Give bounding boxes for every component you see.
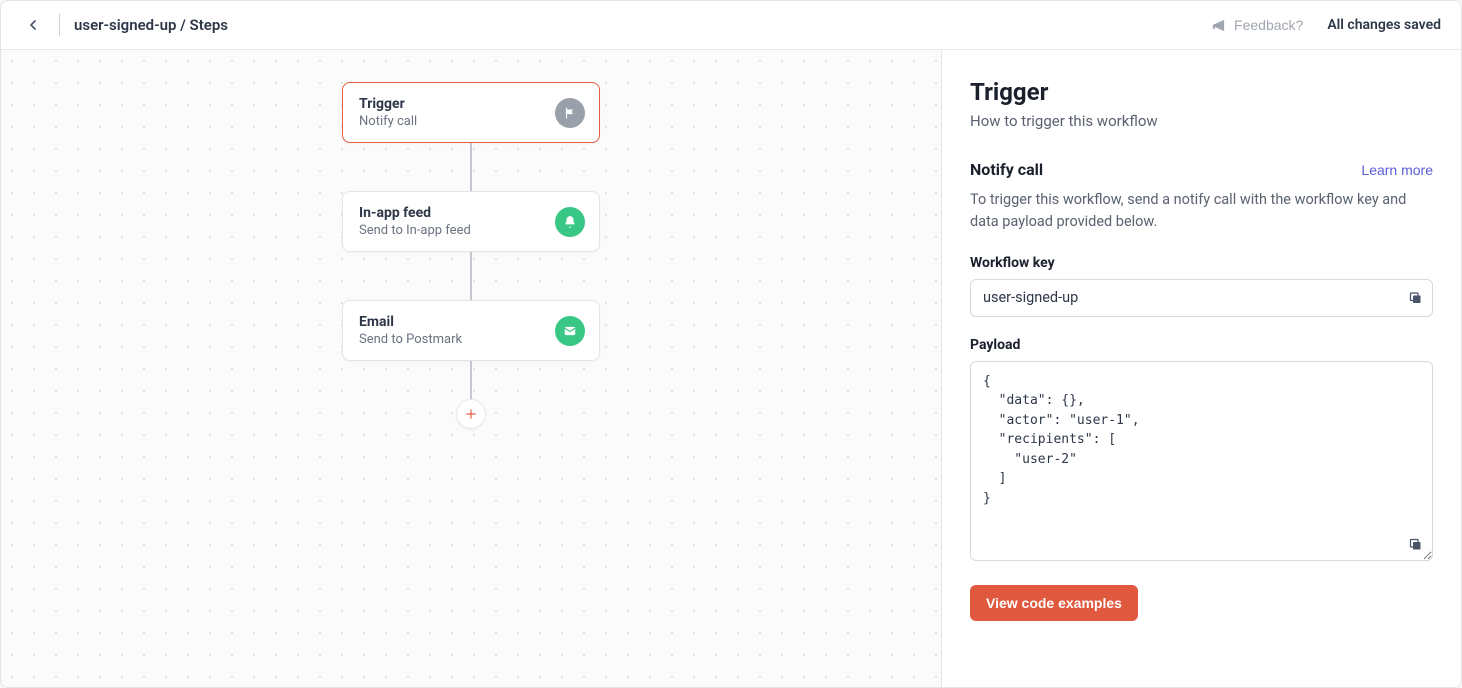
panel-title: Trigger xyxy=(970,78,1433,106)
mail-icon xyxy=(555,316,585,346)
breadcrumb: user-signed-up / Steps xyxy=(74,16,228,34)
connector xyxy=(470,143,472,191)
save-status: All changes saved xyxy=(1327,17,1441,33)
workflow-key-field xyxy=(970,279,1433,317)
app-container: user-signed-up / Steps Feedback? All cha… xyxy=(0,0,1462,688)
connector xyxy=(470,252,472,300)
node-title: Trigger xyxy=(359,96,417,112)
node-title: Email xyxy=(359,314,462,330)
node-text: In-app feed Send to In-app feed xyxy=(359,205,471,238)
copy-icon xyxy=(1408,537,1423,552)
copy-icon xyxy=(1408,290,1423,305)
node-email[interactable]: Email Send to Postmark xyxy=(342,300,600,361)
plus-icon xyxy=(464,407,478,421)
node-text: Email Send to Postmark xyxy=(359,314,462,347)
sidebar-panel: Trigger How to trigger this workflow Not… xyxy=(941,50,1461,687)
copy-workflow-key-button[interactable] xyxy=(1408,290,1423,305)
flow: Trigger Notify call In-app feed Send to … xyxy=(1,82,941,429)
workflow-key-label: Workflow key xyxy=(970,255,1433,271)
section-description: To trigger this workflow, send a notify … xyxy=(970,189,1433,233)
learn-more-link[interactable]: Learn more xyxy=(1361,162,1433,178)
payload-field xyxy=(970,361,1433,565)
header-right: Feedback? All changes saved xyxy=(1211,17,1441,33)
feedback-label: Feedback? xyxy=(1234,17,1303,33)
bell-icon xyxy=(555,207,585,237)
node-title: In-app feed xyxy=(359,205,471,221)
node-trigger[interactable]: Trigger Notify call xyxy=(342,82,600,143)
megaphone-icon xyxy=(1211,18,1226,33)
node-subtitle: Send to In-app feed xyxy=(359,223,471,238)
add-step-button[interactable] xyxy=(456,399,486,429)
connector xyxy=(470,361,472,399)
header-left: user-signed-up / Steps xyxy=(21,13,228,37)
payload-label: Payload xyxy=(970,337,1433,353)
section-header: Notify call Learn more xyxy=(970,160,1433,179)
divider xyxy=(59,14,60,36)
feedback-button[interactable]: Feedback? xyxy=(1211,17,1303,33)
section-title: Notify call xyxy=(970,160,1043,179)
header: user-signed-up / Steps Feedback? All cha… xyxy=(1,1,1461,50)
payload-textarea[interactable] xyxy=(970,361,1433,561)
node-in-app-feed[interactable]: In-app feed Send to In-app feed xyxy=(342,191,600,252)
back-button[interactable] xyxy=(21,13,45,37)
main: Trigger Notify call In-app feed Send to … xyxy=(1,50,1461,687)
canvas[interactable]: Trigger Notify call In-app feed Send to … xyxy=(1,50,941,687)
node-subtitle: Notify call xyxy=(359,114,417,129)
workflow-key-input[interactable] xyxy=(970,279,1433,317)
node-text: Trigger Notify call xyxy=(359,96,417,129)
view-code-examples-button[interactable]: View code examples xyxy=(970,585,1138,621)
flag-icon xyxy=(555,98,585,128)
chevron-left-icon xyxy=(25,17,41,33)
node-subtitle: Send to Postmark xyxy=(359,332,462,347)
copy-payload-button[interactable] xyxy=(1408,537,1423,555)
panel-subtitle: How to trigger this workflow xyxy=(970,112,1433,130)
